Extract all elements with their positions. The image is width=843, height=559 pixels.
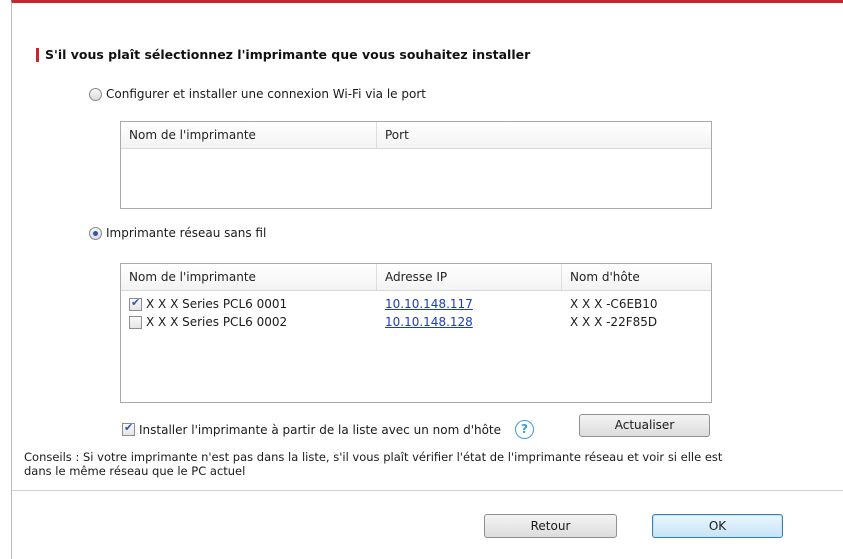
port-list-header: Nom de l'imprimante Port (121, 122, 711, 149)
ip-address-link[interactable]: 10.10.148.117 (385, 297, 473, 311)
printer-row-checkbox[interactable] (129, 316, 142, 329)
dialog-heading-text: S'il vous plaît sélectionnez l'imprimant… (45, 47, 531, 62)
wireless-printer-list[interactable]: Nom de l'imprimante Adresse IP Nom d'hôt… (120, 263, 712, 403)
option-port-label: Configurer et installer une connexion Wi… (106, 87, 426, 101)
help-icon[interactable]: ? (515, 420, 535, 439)
printer-row[interactable]: X X X Series PCL6 0001 10.10.148.117 X X… (121, 295, 711, 313)
option-wireless-radio[interactable]: Imprimante réseau sans fil (89, 226, 266, 240)
option-wireless-label: Imprimante réseau sans fil (106, 226, 267, 240)
ip-cell: 10.10.148.117 (377, 297, 562, 311)
heading-marker (36, 47, 39, 62)
dialog-heading: S'il vous plaît sélectionnez l'imprimant… (36, 47, 530, 62)
back-button[interactable]: Retour (484, 514, 617, 538)
install-by-hostname-option[interactable]: Installer l'imprimante à partir de la li… (122, 420, 535, 439)
hostname-cell: X X X -C6EB10 (570, 297, 658, 311)
printer-name-cell: X X X Series PCL6 0002 (121, 315, 377, 329)
install-by-hostname-label: Installer l'imprimante à partir de la li… (139, 422, 502, 437)
ok-button[interactable]: OK (652, 514, 783, 538)
ip-address-link[interactable]: 10.10.148.128 (385, 315, 473, 329)
printer-name: X X X Series PCL6 0001 (146, 297, 288, 311)
column-header-printer-name[interactable]: Nom de l'imprimante (121, 264, 377, 290)
wireless-list-header: Nom de l'imprimante Adresse IP Nom d'hôt… (121, 264, 711, 291)
hostname-cell: X X X -22F85D (570, 315, 658, 329)
port-printer-list[interactable]: Nom de l'imprimante Port (120, 121, 712, 209)
column-header-printer-name[interactable]: Nom de l'imprimante (121, 122, 377, 148)
radio-button-port[interactable] (89, 87, 102, 101)
printer-name: X X X Series PCL6 0002 (146, 315, 288, 329)
installer-dialog: S'il vous plaît sélectionnez l'imprimant… (11, 0, 843, 559)
footer-divider (12, 490, 843, 491)
printer-row-checkbox[interactable] (129, 296, 142, 311)
column-header-ip-address[interactable]: Adresse IP (377, 264, 562, 290)
refresh-button[interactable]: Actualiser (579, 414, 710, 437)
radio-button-wireless[interactable] (89, 226, 102, 240)
tips-text: Conseils : Si votre imprimante n'est pas… (24, 450, 744, 478)
printer-row[interactable]: X X X Series PCL6 0002 10.10.148.128 X X… (121, 313, 711, 331)
tips-line-1: Conseils : Si votre imprimante n'est pas… (24, 450, 723, 464)
printer-name-cell: X X X Series PCL6 0001 (121, 296, 377, 311)
tips-line-2: dans le même réseau que le PC actuel (24, 464, 246, 478)
ip-cell: 10.10.148.128 (377, 315, 562, 329)
column-header-hostname[interactable]: Nom d'hôte (562, 264, 711, 290)
install-by-hostname-checkbox[interactable] (122, 421, 135, 436)
column-header-port[interactable]: Port (377, 122, 711, 148)
option-port-radio[interactable]: Configurer et installer une connexion Wi… (89, 87, 426, 101)
